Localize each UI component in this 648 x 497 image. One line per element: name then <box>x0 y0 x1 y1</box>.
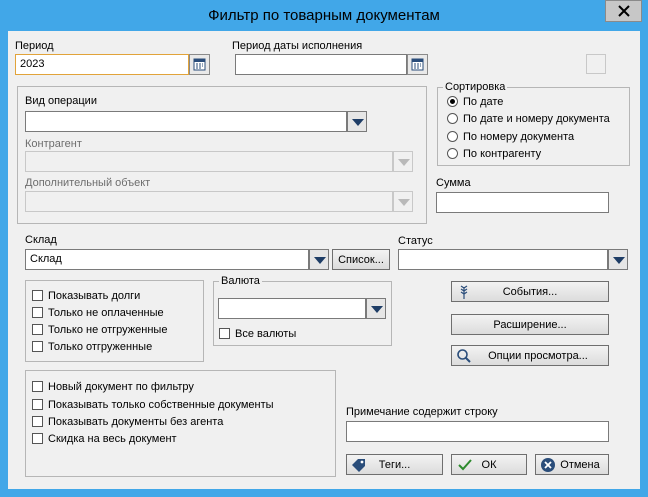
sort-radio-counterparty[interactable] <box>447 148 458 159</box>
view-options-button[interactable]: Опции просмотра... <box>451 345 609 366</box>
period-input[interactable]: 2023 <box>15 54 189 75</box>
exec-period-label: Период даты исполнения <box>232 40 363 52</box>
chevron-down-icon <box>398 199 410 206</box>
unshipped-only-checkbox[interactable] <box>32 324 43 335</box>
checkbox-label: Показывать только собственные документы <box>48 399 274 411</box>
window-title: Фильтр по товарным документам <box>208 7 440 24</box>
extension-button[interactable]: Расширение... <box>451 314 609 335</box>
chevron-down-icon <box>314 257 326 264</box>
checkbox-label: Скидка на весь документ <box>48 433 177 445</box>
calendar-icon <box>411 58 424 71</box>
tags-button-label: Теги... <box>378 459 411 471</box>
extension-button-label: Расширение... <box>493 319 567 331</box>
period-calendar-button[interactable] <box>189 54 210 75</box>
currency-dropdown-button[interactable] <box>366 298 386 319</box>
checkbox-label: Показывать документы без агента <box>48 416 224 428</box>
checkbox-label: Новый документ по фильтру <box>48 381 194 393</box>
checkbox-label: Только не отгруженные <box>48 324 168 336</box>
close-icon <box>618 5 630 17</box>
warehouse-list-button-label: Список... <box>338 254 384 266</box>
chevron-down-icon <box>371 306 383 313</box>
operation-label: Вид операции <box>25 95 97 107</box>
ok-button-label: ОК <box>481 459 497 471</box>
new-document-by-filter-checkbox[interactable] <box>32 381 43 392</box>
sum-input[interactable] <box>436 192 609 213</box>
period-label: Период <box>15 40 54 52</box>
exec-period-input[interactable] <box>235 54 407 75</box>
exec-period-calendar-button[interactable] <box>407 54 428 75</box>
sorting-title: Сортировка <box>443 81 508 93</box>
counterparty-select[interactable] <box>25 151 393 172</box>
chevron-down-icon <box>352 119 364 126</box>
tags-button[interactable]: Теги... <box>346 454 443 475</box>
warehouse-list-button[interactable]: Список... <box>332 249 390 270</box>
warehouse-select[interactable]: Склад <box>25 249 309 270</box>
checkbox-label: Только отгруженные <box>48 341 153 353</box>
extra-object-label: Дополнительный объект <box>25 177 151 189</box>
note-label: Примечание содержит строку <box>346 406 498 418</box>
title-bar: Фильтр по товарным документам <box>0 0 648 31</box>
unpaid-only-checkbox[interactable] <box>32 307 43 318</box>
counterparty-dropdown-button[interactable] <box>393 151 413 172</box>
currency-select[interactable] <box>218 298 366 319</box>
sort-radio-date[interactable] <box>447 96 458 107</box>
no-agent-documents-checkbox[interactable] <box>32 416 43 427</box>
chevron-down-icon <box>398 159 410 166</box>
whole-document-discount-checkbox[interactable] <box>32 433 43 444</box>
warehouse-dropdown-button[interactable] <box>309 249 329 270</box>
operation-dropdown-button[interactable] <box>347 111 367 132</box>
status-dropdown-button[interactable] <box>608 249 628 270</box>
extra-object-select[interactable] <box>25 191 393 212</box>
cancel-button[interactable]: Отмена <box>535 454 609 475</box>
sort-radio-date-number[interactable] <box>447 113 458 124</box>
status-label: Статус <box>398 235 433 247</box>
currency-title: Валюта <box>219 275 262 287</box>
counterparty-label: Контрагент <box>25 138 82 150</box>
checkbox-label: Показывать долги <box>48 290 141 302</box>
all-currencies-label: Все валюты <box>235 328 297 340</box>
sort-option-label: По дате и номеру документа <box>463 113 610 125</box>
operation-select[interactable] <box>25 111 347 132</box>
show-debts-checkbox[interactable] <box>32 290 43 301</box>
warehouse-label: Склад <box>25 234 57 246</box>
sort-option-label: По дате <box>463 96 504 108</box>
sort-radio-number[interactable] <box>447 131 458 142</box>
sort-option-label: По контрагенту <box>463 148 542 160</box>
cancel-button-label: Отмена <box>560 459 600 471</box>
status-select[interactable] <box>398 249 608 270</box>
blank-button[interactable] <box>586 54 606 74</box>
chevron-down-icon <box>613 257 625 264</box>
sum-label: Сумма <box>436 177 471 189</box>
events-button-label: События... <box>502 286 558 298</box>
filter-dialog: Фильтр по товарным документам Период 202… <box>0 0 648 497</box>
close-button[interactable] <box>605 0 642 22</box>
note-input[interactable] <box>346 421 609 442</box>
ok-button[interactable]: ОК <box>451 454 527 475</box>
own-documents-only-checkbox[interactable] <box>32 399 43 410</box>
checkbox-label: Только не оплаченные <box>48 307 164 319</box>
view-options-button-label: Опции просмотра... <box>488 350 588 362</box>
dialog-body: Период 2023 Период даты исполнения Вид о… <box>8 31 640 489</box>
extra-object-dropdown-button[interactable] <box>393 191 413 212</box>
shipped-only-checkbox[interactable] <box>32 341 43 352</box>
sort-option-label: По номеру документа <box>463 131 575 143</box>
all-currencies-checkbox[interactable] <box>219 328 230 339</box>
calendar-icon <box>193 58 206 71</box>
events-button[interactable]: События... <box>451 281 609 302</box>
